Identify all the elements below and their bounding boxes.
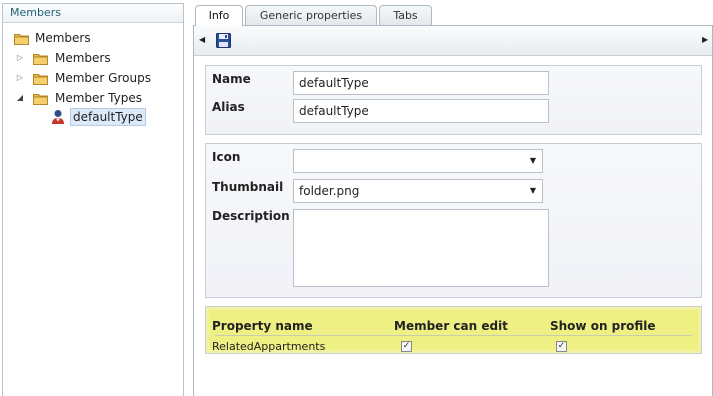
tree-node-default-type[interactable]: defaultType: [51, 108, 151, 126]
save-icon[interactable]: [216, 33, 231, 48]
folder-icon: [33, 74, 48, 85]
tree-node-label: Member Types: [55, 91, 142, 105]
tree-node-label: Members: [55, 51, 111, 65]
description-label: Description: [212, 209, 290, 223]
column-header-member-can-edit: Member can edit: [394, 319, 508, 333]
folder-icon: [14, 34, 29, 45]
scroll-left-icon[interactable]: ◀: [199, 35, 205, 44]
tab-tabs[interactable]: Tabs: [379, 5, 432, 25]
thumbnail-label: Thumbnail: [212, 180, 284, 194]
expand-arrow-icon[interactable]: ▷: [15, 69, 25, 87]
scroll-right-icon[interactable]: ▶: [702, 35, 708, 44]
thumbnail-select[interactable]: folder.png ▼: [293, 179, 543, 203]
tree-node-label: Members: [35, 31, 91, 45]
icon-label: Icon: [212, 150, 241, 164]
icon-select[interactable]: ▼: [293, 149, 543, 173]
name-label: Name: [212, 72, 251, 86]
tab-generic-properties[interactable]: Generic properties: [245, 5, 377, 25]
tree-node-member-types[interactable]: ◢ Member Types: [11, 89, 176, 107]
column-header-property-name: Property name: [212, 319, 313, 333]
name-input[interactable]: defaultType: [293, 71, 549, 95]
expand-arrow-icon[interactable]: ▷: [15, 49, 25, 67]
tree-node-label: Member Groups: [55, 71, 151, 85]
tree-node-member-groups[interactable]: ▷ Member Groups: [11, 69, 176, 87]
member-type-icon: [52, 110, 64, 124]
header-divider: [215, 335, 692, 336]
chevron-down-icon: ▼: [529, 156, 536, 165]
member-properties-table: Property name Member can edit Show on pr…: [205, 306, 702, 354]
property-name-cell: RelatedAppartments: [212, 340, 326, 353]
collapse-arrow-icon[interactable]: ◢: [15, 89, 25, 107]
alias-input[interactable]: defaultType: [293, 99, 549, 123]
thumbnail-select-value: folder.png: [299, 184, 360, 198]
name-alias-section: Name defaultType Alias defaultType: [205, 65, 702, 135]
tree-node-label: defaultType: [70, 108, 146, 126]
toolbar: ◀ ▶: [194, 26, 712, 56]
show-on-profile-checkbox[interactable]: ✓: [556, 341, 567, 352]
appearance-section: Icon ▼ Thumbnail folder.png ▼ Descriptio…: [205, 143, 702, 298]
member-can-edit-checkbox[interactable]: ✓: [401, 341, 412, 352]
highlight-area: Property name Member can edit Show on pr…: [209, 310, 698, 353]
description-textarea[interactable]: [293, 209, 549, 287]
tab-info[interactable]: Info: [195, 5, 243, 26]
column-header-show-on-profile: Show on profile: [550, 319, 656, 333]
content-panel: ◀ ▶ Name defaultType Alias defaultType I…: [193, 25, 713, 396]
chevron-down-icon: ▼: [529, 186, 536, 195]
tree-panel: Members Members ▷ Members ▷ Member Group…: [2, 3, 184, 396]
tree-node-members[interactable]: ▷ Members: [11, 49, 161, 67]
alias-label: Alias: [212, 100, 245, 114]
tree-header: Members: [3, 4, 183, 23]
folder-icon: [33, 94, 48, 105]
tree-node-members-root[interactable]: Members: [11, 29, 131, 47]
folder-icon: [33, 54, 48, 65]
